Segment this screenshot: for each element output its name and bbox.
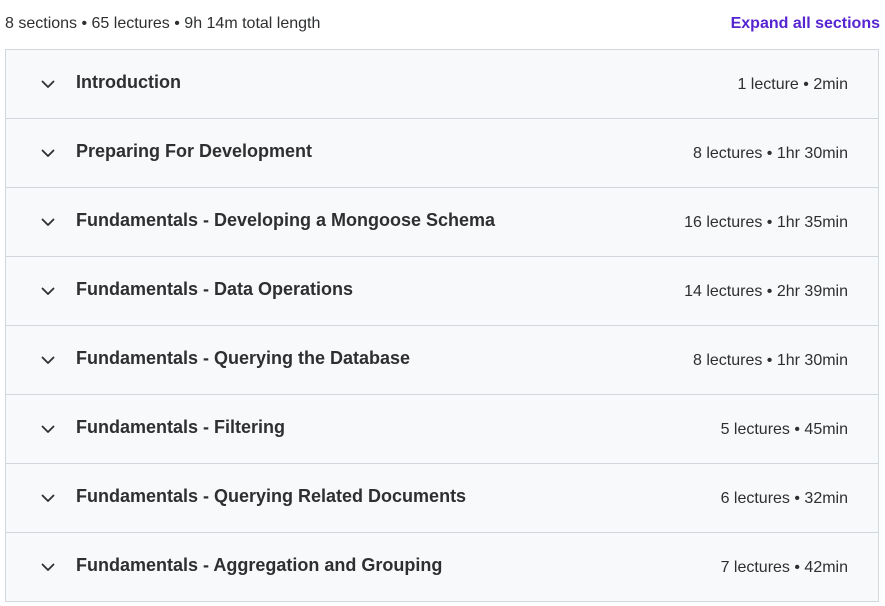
- section-meta: 14 lectures • 2hr 39min: [684, 282, 848, 300]
- course-content-panel: 8 sections • 65 lectures • 9h 14m total …: [0, 0, 885, 606]
- section-title: Fundamentals - Aggregation and Grouping: [76, 555, 443, 575]
- section-row-aggregation-grouping[interactable]: Fundamentals - Aggregation and Grouping …: [6, 533, 878, 602]
- section-meta: 16 lectures • 1hr 35min: [684, 213, 848, 231]
- section-row-related-documents[interactable]: Fundamentals - Querying Related Document…: [6, 464, 878, 533]
- section-title: Fundamentals - Developing a Mongoose Sch…: [76, 210, 496, 230]
- chevron-down-icon: [40, 421, 56, 437]
- section-title: Preparing For Development: [76, 141, 313, 161]
- section-meta: 8 lectures • 1hr 30min: [692, 144, 848, 162]
- chevron-down-icon: [40, 145, 56, 161]
- section-row-querying-database[interactable]: Fundamentals - Querying the Database 8 l…: [6, 326, 878, 395]
- section-meta: 1 lecture • 2min: [737, 75, 848, 93]
- section-title: Fundamentals - Data Operations: [76, 279, 354, 299]
- section-title: Introduction: [76, 72, 181, 92]
- section-row-preparing-for-development[interactable]: Preparing For Development 8 lectures • 1…: [6, 119, 878, 188]
- expand-all-sections-button[interactable]: Expand all sections: [731, 15, 880, 33]
- section-title: Fundamentals - Filtering: [76, 417, 286, 437]
- section-row-data-operations[interactable]: Fundamentals - Data Operations 14 lectur…: [6, 257, 878, 326]
- course-summary-text: 8 sections • 65 lectures • 9h 14m total …: [5, 14, 321, 32]
- section-list: Introduction 1 lecture • 2min Preparing …: [5, 49, 879, 602]
- section-meta: 8 lectures • 1hr 30min: [692, 351, 848, 369]
- section-meta: 6 lectures • 32min: [720, 489, 848, 507]
- section-title: Fundamentals - Querying the Database: [76, 348, 411, 368]
- chevron-down-icon: [40, 352, 56, 368]
- section-title: Fundamentals - Querying Related Document…: [76, 486, 467, 506]
- section-row-mongoose-schema[interactable]: Fundamentals - Developing a Mongoose Sch…: [6, 188, 878, 257]
- course-summary-bar: 8 sections • 65 lectures • 9h 14m total …: [5, 0, 880, 48]
- chevron-down-icon: [40, 283, 56, 299]
- section-meta: 5 lectures • 45min: [720, 420, 848, 438]
- chevron-down-icon: [40, 559, 56, 575]
- section-meta: 7 lectures • 42min: [720, 558, 848, 576]
- chevron-down-icon: [40, 490, 56, 506]
- section-row-introduction[interactable]: Introduction 1 lecture • 2min: [6, 50, 878, 119]
- chevron-down-icon: [40, 76, 56, 92]
- chevron-down-icon: [40, 214, 56, 230]
- section-row-filtering[interactable]: Fundamentals - Filtering 5 lectures • 45…: [6, 395, 878, 464]
